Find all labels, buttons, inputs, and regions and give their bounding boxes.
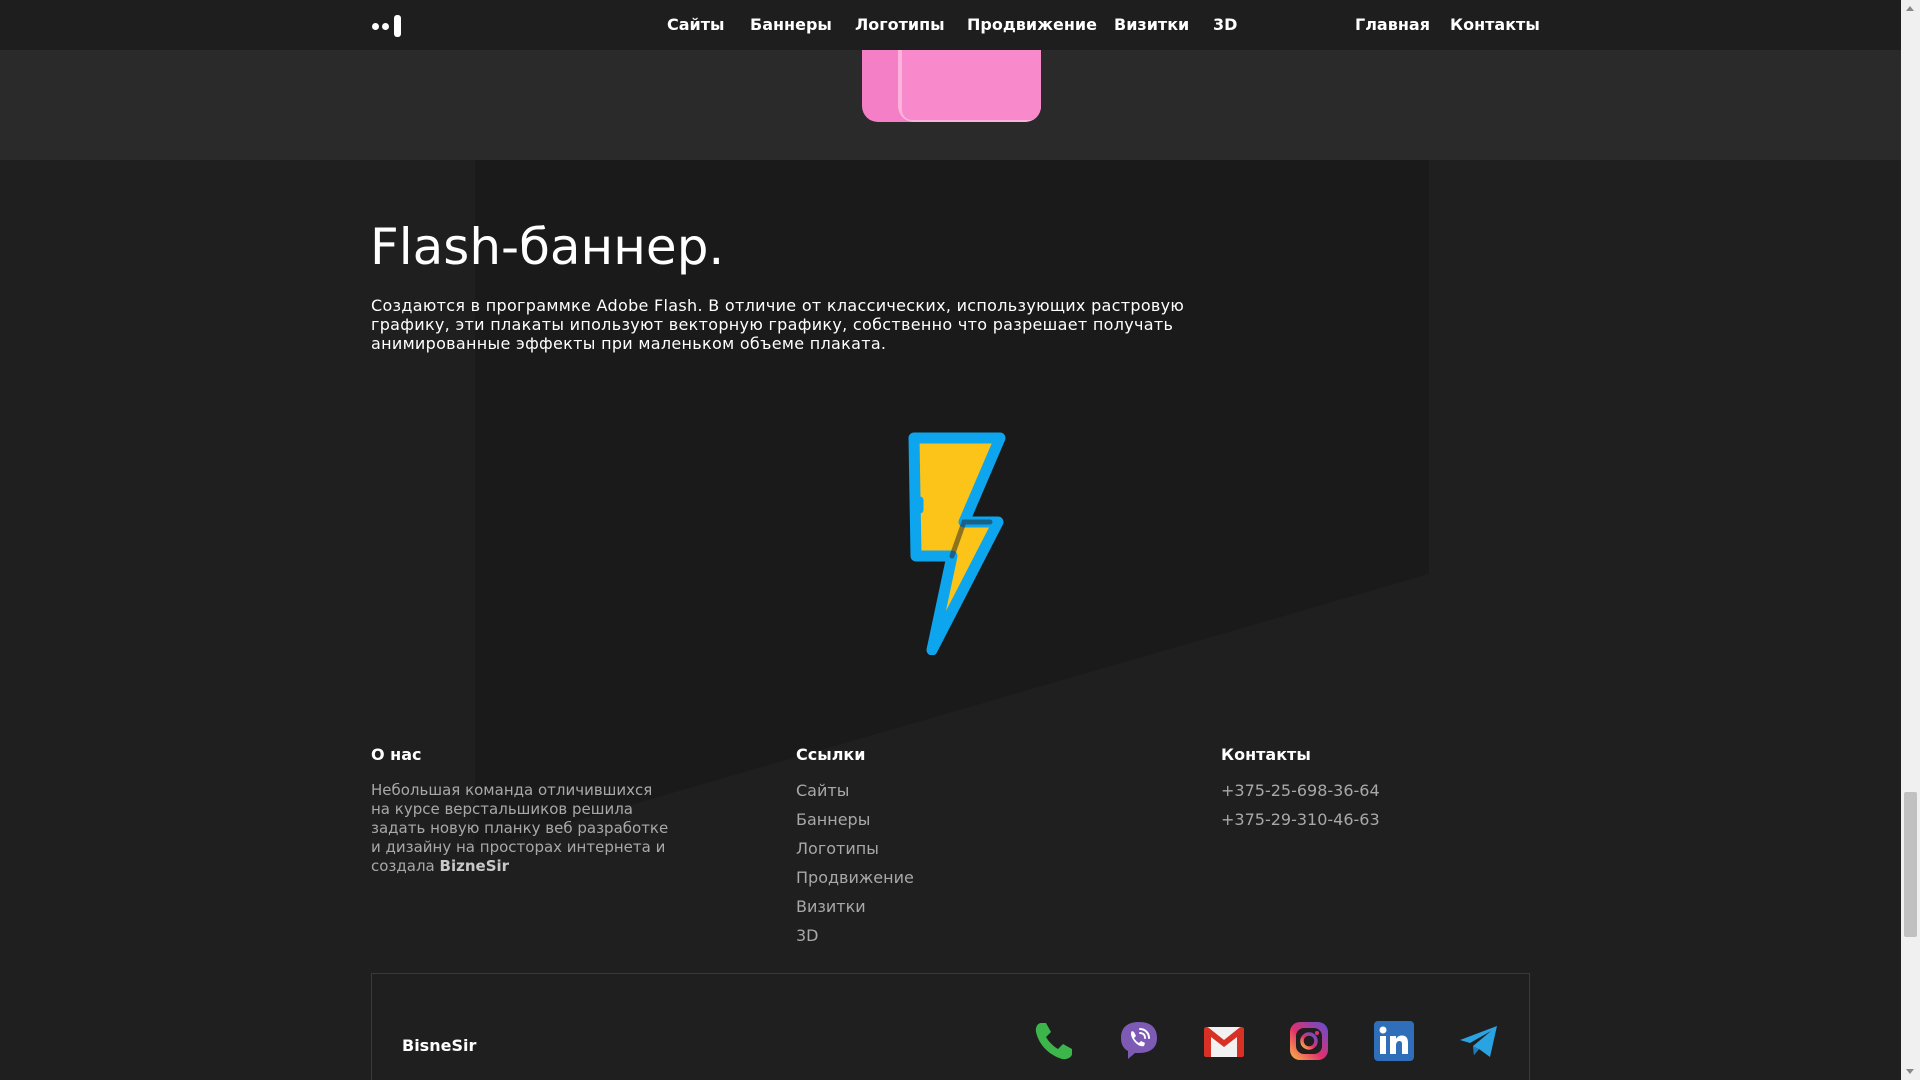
about-text: Небольшая команда отличившихся на курсе …: [371, 781, 669, 875]
phone-number-2[interactable]: +375-29-310-46-63: [1221, 810, 1380, 839]
footer-contacts: Контакты +375-25-698-36-64 +375-29-310-4…: [1221, 745, 1380, 839]
telegram-icon[interactable]: [1457, 1019, 1501, 1063]
footer-link-cards[interactable]: Визитки: [796, 897, 914, 926]
contacts-heading: Контакты: [1221, 745, 1311, 764]
gmail-icon[interactable]: [1202, 1019, 1246, 1063]
footer-brand: BisneSir: [402, 1036, 477, 1055]
nav-promotion-link[interactable]: Продвижение: [967, 15, 1097, 34]
scroll-up-arrow[interactable]: [1901, 0, 1920, 17]
section-title: Flash-баннер.: [370, 218, 725, 276]
nav-cards-link[interactable]: Визитки: [1114, 15, 1189, 34]
about-brand: BizneSir: [439, 857, 510, 875]
about-heading: О нас: [371, 745, 422, 764]
nav-3d-link[interactable]: 3D: [1213, 15, 1237, 34]
linkedin-icon[interactable]: [1372, 1019, 1416, 1063]
footer-link-banners[interactable]: Баннеры: [796, 810, 914, 839]
page-viewport: Сайты Баннеры Логотипы Продвижение Визит…: [0, 0, 1901, 1080]
nav-home-link[interactable]: Главная: [1355, 15, 1430, 34]
scroll-down-arrow[interactable]: [1901, 1063, 1920, 1080]
footer-link-logos[interactable]: Логотипы: [796, 839, 914, 868]
nav-contacts-link[interactable]: Контакты: [1450, 15, 1540, 34]
footer-phones-list: +375-25-698-36-64 +375-29-310-46-63: [1221, 781, 1380, 839]
scroll-thumb[interactable]: [1904, 791, 1917, 937]
page-scrollbar[interactable]: [1901, 0, 1920, 1080]
nav-logos-link[interactable]: Логотипы: [855, 15, 945, 34]
phone-number-1[interactable]: +375-25-698-36-64: [1221, 781, 1380, 810]
phone-icon[interactable]: [1032, 1019, 1076, 1063]
links-heading: Ссылки: [796, 745, 866, 764]
footer-bottom-bar: BisneSir: [371, 973, 1530, 1080]
footer-link-3d[interactable]: 3D: [796, 926, 914, 955]
footer-link-sites[interactable]: Сайты: [796, 781, 914, 810]
instagram-icon[interactable]: [1287, 1019, 1331, 1063]
site-logo[interactable]: [372, 14, 404, 38]
footer-link-promotion[interactable]: Продвижение: [796, 868, 914, 897]
viber-icon[interactable]: [1117, 1019, 1161, 1063]
nav-sites-link[interactable]: Сайты: [667, 15, 725, 34]
footer-links: Ссылки Сайты Баннеры Логотипы Продвижени…: [796, 745, 914, 955]
footer-links-list: Сайты Баннеры Логотипы Продвижение Визит…: [796, 781, 914, 955]
lightning-bolt-icon: [908, 432, 1006, 655]
nav-banners-link[interactable]: Баннеры: [750, 15, 832, 34]
footer-about: О нас Небольшая команда отличившихся на …: [371, 745, 671, 876]
section-description: Создаются в программке Adobe Flash. В от…: [371, 296, 1185, 353]
top-navbar: Сайты Баннеры Логотипы Продвижение Визит…: [0, 0, 1901, 50]
